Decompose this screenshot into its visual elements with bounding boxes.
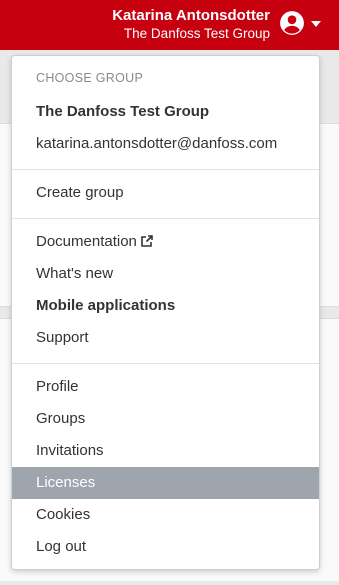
- menu-item-documentation[interactable]: Documentation: [12, 226, 319, 258]
- menu-item-whats-new[interactable]: What's new: [12, 258, 319, 290]
- top-bar: Katarina Antonsdotter The Danfoss Test G…: [0, 0, 339, 50]
- menu-item-create-group[interactable]: Create group: [12, 177, 319, 209]
- menu-item-licenses[interactable]: Licenses: [12, 467, 319, 499]
- divider: [12, 218, 319, 219]
- user-menu-button[interactable]: [279, 10, 329, 38]
- current-group-name: The Danfoss Test Group: [123, 26, 270, 41]
- user-dropdown-menu: CHOOSE GROUP The Danfoss Test Group kata…: [11, 55, 320, 570]
- menu-item-cookies[interactable]: Cookies: [12, 499, 319, 531]
- menu-item-email[interactable]: katarina.antonsdotter@danfoss.com: [12, 128, 319, 160]
- account-circle-icon: [280, 11, 304, 35]
- divider: [12, 363, 319, 364]
- documentation-label: Documentation: [36, 233, 137, 250]
- menu-item-log-out[interactable]: Log out: [12, 531, 319, 563]
- menu-item-support[interactable]: Support: [12, 322, 319, 354]
- user-name: Katarina Antonsdotter: [112, 7, 270, 24]
- menu-item-profile[interactable]: Profile: [12, 371, 319, 403]
- choose-group-header: CHOOSE GROUP: [36, 71, 144, 85]
- caret-down-icon: [311, 21, 321, 27]
- menu-item-invitations[interactable]: Invitations: [12, 435, 319, 467]
- menu-item-groups[interactable]: Groups: [12, 403, 319, 435]
- divider: [12, 169, 319, 170]
- menu-item-current-group[interactable]: The Danfoss Test Group: [12, 96, 319, 128]
- external-link-icon: [141, 235, 153, 247]
- user-info: Katarina Antonsdotter The Danfoss Test G…: [112, 7, 270, 42]
- menu-item-mobile-applications[interactable]: Mobile applications: [12, 290, 319, 322]
